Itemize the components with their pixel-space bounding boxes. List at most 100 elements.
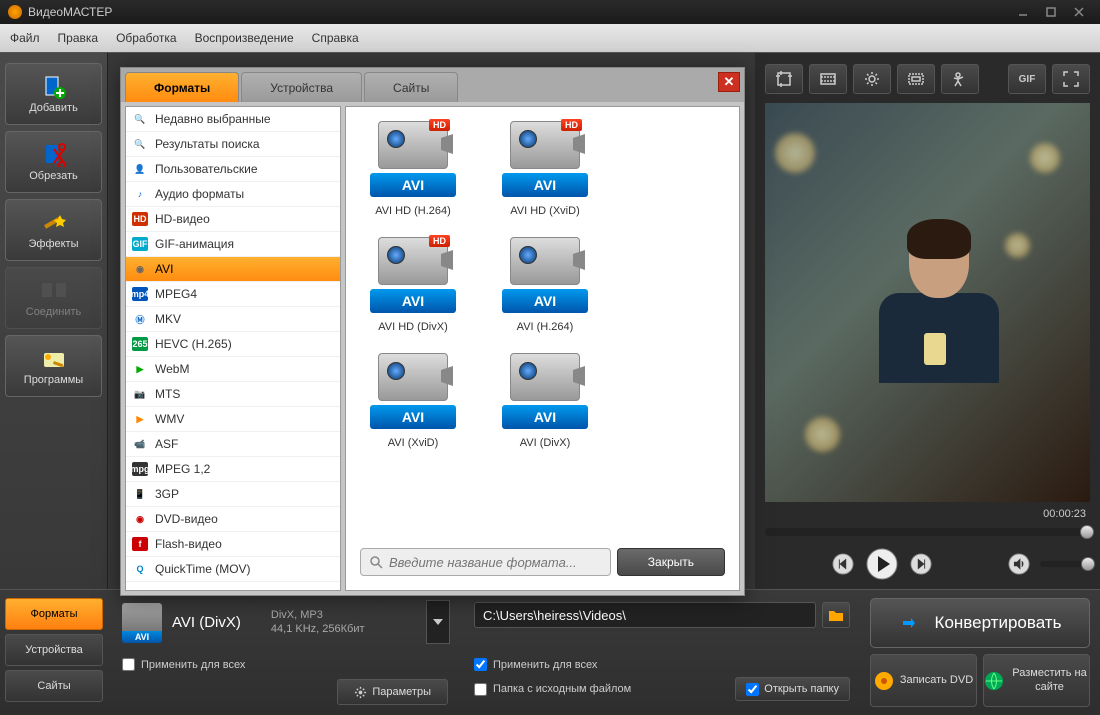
apply-all-checkbox[interactable]: [122, 658, 135, 671]
format-name: AVI (DivX): [172, 614, 241, 631]
category-icon: ◉: [132, 512, 148, 526]
category-item[interactable]: ▶WMV: [126, 407, 340, 432]
category-item[interactable]: GIFGIF-анимация: [126, 232, 340, 257]
menu-edit[interactable]: Правка: [58, 31, 99, 45]
programs-button[interactable]: Программы: [5, 335, 102, 397]
category-item[interactable]: HDHD-видео: [126, 207, 340, 232]
popup-close-button[interactable]: ✕: [718, 72, 740, 92]
play-button[interactable]: [864, 546, 900, 582]
category-item[interactable]: 📱3GP: [126, 482, 340, 507]
category-icon: f: [132, 537, 148, 551]
brightness-icon[interactable]: [853, 64, 891, 94]
add-label: Добавить: [29, 102, 78, 114]
convert-label: Конвертировать: [935, 613, 1062, 633]
format-item[interactable]: AVIAVI (DivX): [492, 353, 598, 449]
category-icon: Ⓜ: [132, 312, 148, 326]
popup-tab-devices[interactable]: Устройства: [241, 72, 362, 102]
category-item[interactable]: mp4MPEG4: [126, 282, 340, 307]
category-label: HEVC (H.265): [155, 337, 232, 351]
category-item[interactable]: 265 HEVC (H.265): [126, 332, 340, 357]
tab-devices[interactable]: Устройства: [5, 634, 103, 666]
popup-tab-formats[interactable]: Форматы: [125, 72, 239, 102]
open-folder-button[interactable]: Открыть папку: [735, 677, 850, 701]
maximize-button[interactable]: [1038, 3, 1064, 21]
menu-process[interactable]: Обработка: [116, 31, 177, 45]
frame-icon[interactable]: [809, 64, 847, 94]
prev-button[interactable]: [830, 551, 856, 577]
source-folder-label: Папка с исходным файлом: [493, 683, 631, 695]
category-icon: 265: [132, 337, 148, 351]
tab-sites[interactable]: Сайты: [5, 670, 103, 702]
fullscreen-icon[interactable]: [1052, 64, 1090, 94]
volume-slider[interactable]: [1040, 561, 1090, 567]
menu-help[interactable]: Справка: [312, 31, 359, 45]
speed-icon[interactable]: [941, 64, 979, 94]
category-item[interactable]: fFlash-видео: [126, 532, 340, 557]
category-label: MPEG4: [155, 287, 197, 301]
popup-search-input[interactable]: [389, 555, 602, 570]
format-item[interactable]: HDAVIAVI HD (DivX): [360, 237, 466, 333]
category-item[interactable]: 🔍Недавно выбранные: [126, 107, 340, 132]
path-apply-all-checkbox[interactable]: [474, 658, 487, 671]
crop-icon[interactable]: [765, 64, 803, 94]
category-item[interactable]: ▶WebM: [126, 357, 340, 382]
format-popup: Форматы Устройства Сайты ✕ 🔍Недавно выбр…: [120, 67, 745, 596]
category-item[interactable]: ⓂMKV: [126, 307, 340, 332]
format-bar: AVI: [502, 173, 588, 197]
minimize-button[interactable]: [1010, 3, 1036, 21]
camera-icon: [510, 237, 580, 285]
open-folder-checkbox[interactable]: [746, 683, 759, 696]
category-item[interactable]: 👤Пользовательские: [126, 157, 340, 182]
category-item[interactable]: 📷MTS: [126, 382, 340, 407]
hd-badge: HD: [429, 235, 450, 247]
join-label: Соединить: [26, 306, 82, 318]
format-item[interactable]: HDAVIAVI HD (XviD): [492, 121, 598, 217]
category-item[interactable]: 🔍 Результаты поиска: [126, 132, 340, 157]
menu-bar: Файл Правка Обработка Воспроизведение Сп…: [0, 24, 1100, 52]
source-folder-checkbox[interactable]: [474, 683, 487, 696]
category-item[interactable]: ♪Аудио форматы: [126, 182, 340, 207]
seek-slider[interactable]: [765, 528, 1090, 536]
video-preview[interactable]: [765, 103, 1090, 502]
menu-file[interactable]: Файл: [10, 31, 40, 45]
format-dropdown-toggle[interactable]: [426, 600, 450, 644]
category-icon: 🔍: [132, 137, 148, 151]
gif-button[interactable]: GIF: [1008, 64, 1046, 94]
convert-button[interactable]: Конвертировать: [870, 598, 1090, 648]
popup-tab-sites[interactable]: Сайты: [364, 72, 458, 102]
format-bar: AVI: [502, 289, 588, 313]
output-path-input[interactable]: [474, 602, 816, 628]
category-item[interactable]: 📹ASF: [126, 432, 340, 457]
menu-playback[interactable]: Воспроизведение: [195, 31, 294, 45]
format-item[interactable]: AVIAVI (XviD): [360, 353, 466, 449]
category-label: DVD-видео: [155, 512, 218, 526]
volume-button[interactable]: [1006, 551, 1032, 577]
close-button[interactable]: [1066, 3, 1092, 21]
popup-close-text-button[interactable]: Закрыть: [617, 548, 725, 576]
browse-folder-button[interactable]: [822, 602, 850, 628]
overlay-icon[interactable]: [897, 64, 935, 94]
format-item[interactable]: HDAVIAVI HD (H.264): [360, 121, 466, 217]
category-label: ASF: [155, 437, 178, 451]
format-item[interactable]: AVIAVI (H.264): [492, 237, 598, 333]
category-item[interactable]: mpgMPEG 1,2: [126, 457, 340, 482]
popup-category-list[interactable]: 🔍Недавно выбранные 🔍 Результаты поиска 👤Пол…: [125, 106, 341, 591]
effects-button[interactable]: Эффекты: [5, 199, 102, 261]
parameters-label: Параметры: [372, 686, 431, 698]
category-icon: HD: [132, 212, 148, 226]
category-item[interactable]: QQuickTime (MOV): [126, 557, 340, 582]
next-button[interactable]: [908, 551, 934, 577]
category-item[interactable]: ◉ DVD-видео: [126, 507, 340, 532]
category-item[interactable]: ◉AVI: [126, 257, 340, 282]
burn-dvd-button[interactable]: Записать DVD: [870, 654, 977, 707]
parameters-button[interactable]: Параметры: [337, 679, 448, 705]
popup-search: [360, 548, 611, 576]
add-button[interactable]: Добавить: [5, 63, 102, 125]
category-label: Результаты поиска: [155, 137, 260, 151]
popup-tabs: Форматы Устройства Сайты ✕: [121, 68, 744, 102]
cut-button[interactable]: Обрезать: [5, 131, 102, 193]
tab-formats[interactable]: Форматы: [5, 598, 103, 630]
publish-button[interactable]: Разместить на сайте: [983, 654, 1090, 707]
format-item-label: AVI HD (H.264): [375, 205, 451, 217]
category-label: QuickTime (MOV): [155, 562, 251, 576]
